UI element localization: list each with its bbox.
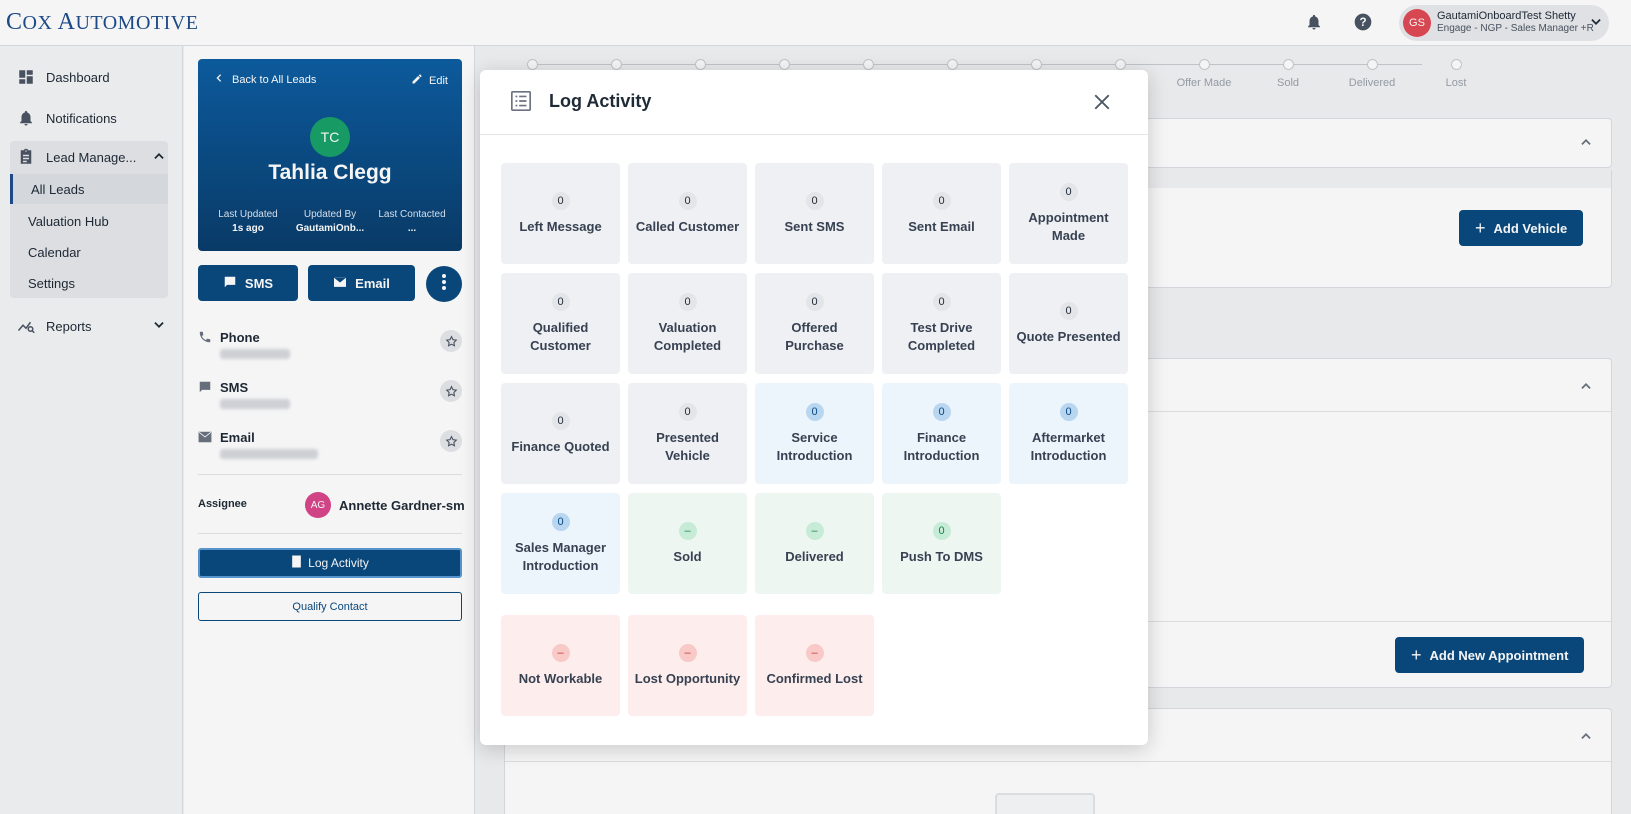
activity-tile-label: Test Drive Completed bbox=[907, 319, 976, 353]
log-activity-modal: Log Activity 0 Left Message 0 Called Custom… bbox=[480, 70, 1148, 745]
activity-count-badge: 0 bbox=[932, 191, 951, 210]
activity-tile-push-to-dms[interactable]: 0 Push To DMS bbox=[882, 493, 1001, 594]
modal-title: Log Activity bbox=[549, 91, 652, 111]
activity-count-badge: – bbox=[678, 521, 697, 540]
activity-count-badge: 0 bbox=[1059, 301, 1078, 320]
activity-tile-sent-email[interactable]: 0 Sent Email bbox=[882, 163, 1001, 264]
activity-tile-label: Confirmed Lost bbox=[766, 670, 863, 686]
activity-tile-test-drive-completed[interactable]: 0 Test Drive Completed bbox=[882, 273, 1001, 374]
activity-tile-label: Sent SMS bbox=[784, 218, 845, 234]
activity-tile-label: Push To DMS bbox=[900, 548, 983, 564]
activity-tile-left-message[interactable]: 0 Left Message bbox=[501, 163, 620, 264]
activity-tile-appointment-made[interactable]: 0 Appointment Made bbox=[1009, 163, 1128, 264]
modal-header: Log Activity bbox=[480, 70, 1148, 135]
activity-tile-finance-introduction[interactable]: 0 Finance Introduction bbox=[882, 383, 1001, 484]
activity-count-badge: – bbox=[805, 643, 824, 662]
close-icon[interactable] bbox=[1090, 90, 1114, 114]
activity-tile-label: Finance Introduction bbox=[903, 429, 980, 463]
activity-tile-label: Sold bbox=[673, 548, 702, 564]
activity-count-badge: 0 bbox=[551, 292, 570, 311]
activity-tile-label: Lost Opportunity bbox=[634, 670, 741, 686]
activity-count-badge: – bbox=[551, 643, 570, 662]
activity-count-badge: 0 bbox=[932, 521, 951, 540]
activity-tile-sales-manager-introduction[interactable]: 0 Sales Manager Introduction bbox=[501, 493, 620, 594]
activity-tile-label: Aftermarket Introduction bbox=[1030, 429, 1107, 463]
activity-tile-delivered[interactable]: – Delivered bbox=[755, 493, 874, 594]
activity-tile-not-workable[interactable]: – Not Workable bbox=[501, 615, 620, 716]
activity-count-badge: 0 bbox=[805, 402, 824, 421]
activity-count-badge: 0 bbox=[932, 292, 951, 311]
activity-tile-qualified-customer[interactable]: 0 Qualified Customer bbox=[501, 273, 620, 374]
activity-tile-sent-sms[interactable]: 0 Sent SMS bbox=[755, 163, 874, 264]
activity-count-badge: 0 bbox=[678, 402, 697, 421]
activity-count-badge: 0 bbox=[805, 191, 824, 210]
activity-tile-service-introduction[interactable]: 0 Service Introduction bbox=[755, 383, 874, 484]
activity-count-badge: 0 bbox=[551, 191, 570, 210]
activity-tile-label: Finance Quoted bbox=[511, 438, 610, 454]
activity-tile-label: Valuation Completed bbox=[653, 319, 722, 353]
activity-tile-label: Appointment Made bbox=[1028, 209, 1109, 243]
activity-tile-label: Called Customer bbox=[635, 218, 740, 234]
activity-tile-offered-purchase[interactable]: 0 Offered Purchase bbox=[755, 273, 874, 374]
activity-tile-label: Delivered bbox=[785, 548, 844, 564]
activity-tile-label: Offered Purchase bbox=[785, 319, 844, 353]
activity-tile-label: Not Workable bbox=[518, 670, 603, 686]
activity-count-badge: – bbox=[678, 643, 697, 662]
activity-tile-label: Sales Manager Introduction bbox=[514, 539, 607, 573]
activity-count-badge: 0 bbox=[805, 292, 824, 311]
activity-tile-label: Qualified Customer bbox=[530, 319, 591, 353]
activity-tile-called-customer[interactable]: 0 Called Customer bbox=[628, 163, 747, 264]
activity-tile-presented-vehicle[interactable]: 0 Presented Vehicle bbox=[628, 383, 747, 484]
activity-tile-sold[interactable]: – Sold bbox=[628, 493, 747, 594]
activity-count-badge: 0 bbox=[932, 402, 951, 421]
activity-list-icon bbox=[510, 90, 532, 117]
activity-tile-label: Left Message bbox=[519, 218, 602, 234]
activity-tile-label: Presented Vehicle bbox=[656, 429, 719, 463]
activity-count-badge: 0 bbox=[678, 191, 697, 210]
activity-tile-quote-presented[interactable]: 0 Quote Presented bbox=[1009, 273, 1128, 374]
activity-count-badge: 0 bbox=[1059, 402, 1078, 421]
activity-tile-label: Quote Presented bbox=[1016, 328, 1121, 344]
activity-tile-lost-opportunity[interactable]: – Lost Opportunity bbox=[628, 615, 747, 716]
activity-tile-valuation-completed[interactable]: 0 Valuation Completed bbox=[628, 273, 747, 374]
activity-count-badge: 0 bbox=[1059, 182, 1078, 201]
activity-tile-confirmed-lost[interactable]: – Confirmed Lost bbox=[755, 615, 874, 716]
activity-count-badge: 0 bbox=[551, 512, 570, 531]
activity-tile-aftermarket-introduction[interactable]: 0 Aftermarket Introduction bbox=[1009, 383, 1128, 484]
activity-tile-finance-quoted[interactable]: 0 Finance Quoted bbox=[501, 383, 620, 484]
activity-count-badge: 0 bbox=[551, 411, 570, 430]
activity-tile-label: Sent Email bbox=[908, 218, 975, 234]
activity-tile-label: Service Introduction bbox=[776, 429, 853, 463]
activity-count-badge: 0 bbox=[678, 292, 697, 311]
activity-count-badge: – bbox=[805, 521, 824, 540]
